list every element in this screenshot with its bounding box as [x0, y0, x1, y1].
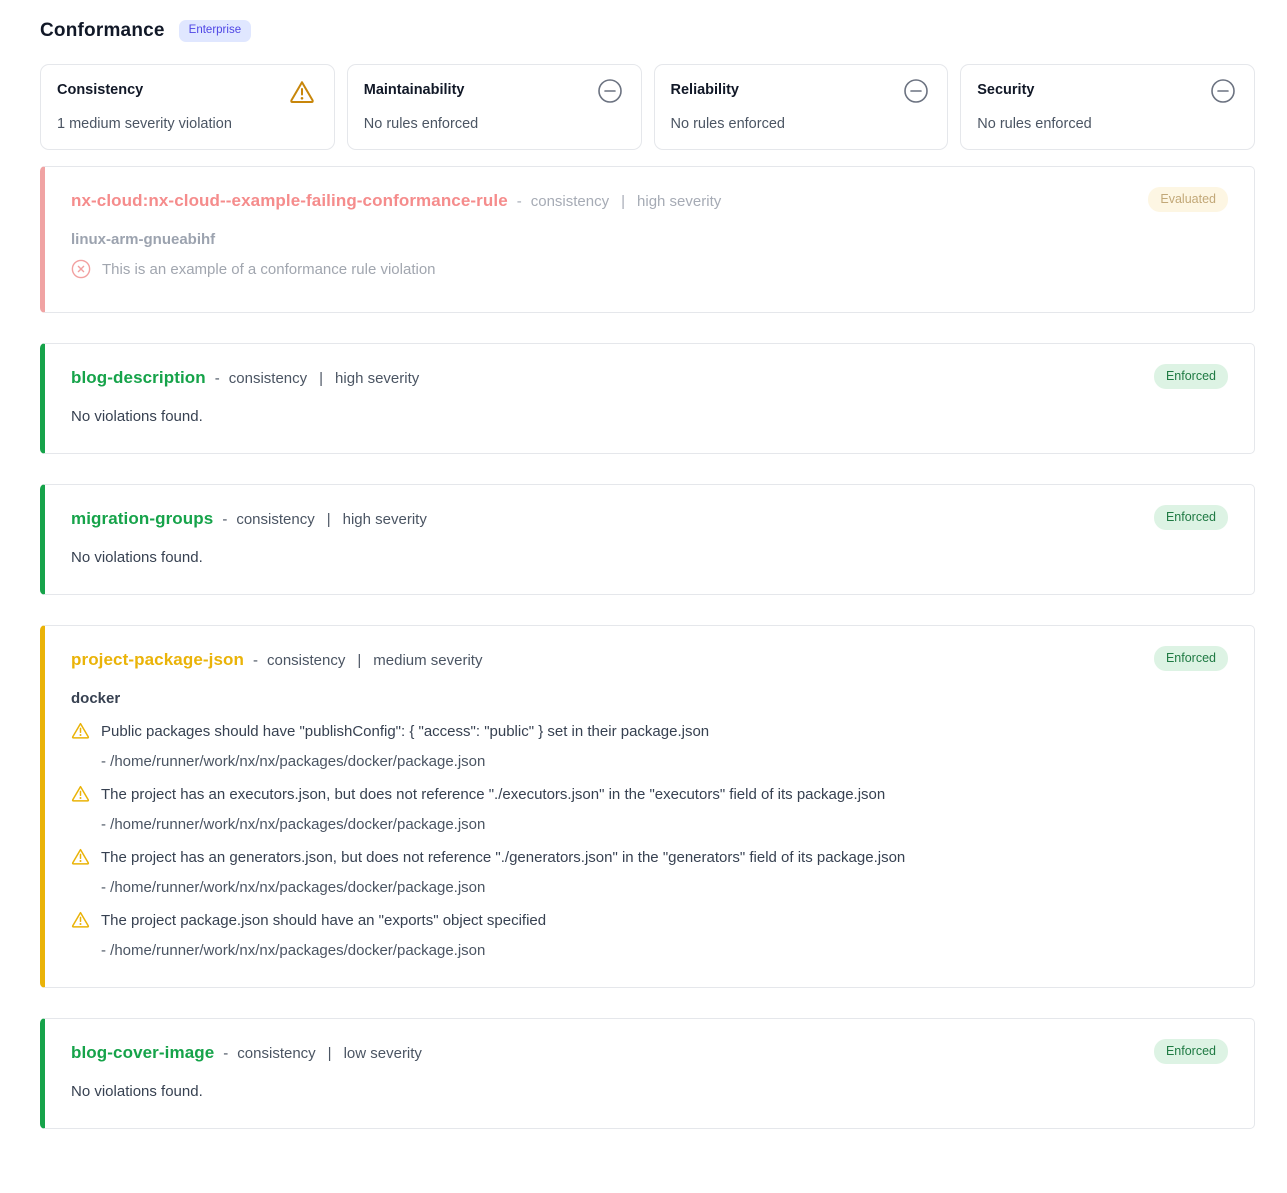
violation-file-path: - /home/runner/work/nx/nx/packages/docke… [101, 879, 1228, 896]
rule-body-text: No violations found. [71, 549, 1228, 566]
warning-triangle-icon [71, 847, 90, 871]
rule-card-blog-description: blog-description - consistency | high se… [40, 343, 1255, 454]
rule-name-link[interactable]: project-package-json [71, 650, 244, 670]
summary-card-consistency: Consistency 1 medium severity violation [40, 64, 335, 150]
summary-card-status: No rules enforced [977, 116, 1238, 132]
meta-pipe: | [319, 370, 323, 387]
page-title: Conformance [40, 20, 165, 42]
meta-dash: - [253, 652, 258, 669]
summary-card-title: Reliability [671, 80, 740, 98]
rule-severity: high severity [637, 193, 721, 210]
violation-row: The project has an generators.json, but … [71, 848, 1228, 871]
rule-head: project-package-json - consistency | med… [71, 650, 1228, 670]
rule-name-link[interactable]: migration-groups [71, 509, 213, 529]
rule-head: migration-groups - consistency | high se… [71, 509, 1228, 529]
summary-card-head: Reliability [671, 80, 932, 109]
rule-name-link[interactable]: blog-cover-image [71, 1043, 214, 1063]
enterprise-plan-badge: Enterprise [179, 20, 251, 42]
conformance-page: Conformance Enterprise Consistency 1 med… [0, 0, 1287, 1165]
violation-file-path: - /home/runner/work/nx/nx/packages/docke… [101, 942, 1228, 959]
violation-row: The project package.json should have an … [71, 911, 1228, 934]
summary-card-head: Consistency [57, 80, 318, 111]
summary-card-status: 1 medium severity violation [57, 116, 318, 132]
rule-severity: high severity [335, 370, 419, 387]
rule-card-migration-groups: migration-groups - consistency | high se… [40, 484, 1255, 595]
meta-dash: - [215, 370, 220, 387]
minus-circle-icon [597, 78, 623, 109]
summary-card-title: Consistency [57, 80, 143, 98]
warning-triangle-icon [71, 910, 90, 934]
violation-message: Public packages should have "publishConf… [101, 722, 709, 742]
meta-dash: - [222, 511, 227, 528]
summary-card-head: Security [977, 80, 1238, 109]
error-circle-icon [71, 259, 91, 284]
status-badge-evaluated: Evaluated [1148, 187, 1228, 212]
status-badge-enforced: Enforced [1154, 1039, 1228, 1064]
meta-dash: - [517, 193, 522, 210]
violation-row: Public packages should have "publishConf… [71, 722, 1228, 745]
meta-pipe: | [328, 1045, 332, 1062]
violation-message: The project package.json should have an … [101, 911, 546, 931]
rule-name-link[interactable]: nx-cloud:nx-cloud--example-failing-confo… [71, 191, 508, 211]
violation-row: This is an example of a conformance rule… [71, 260, 1228, 284]
summary-card-title: Security [977, 80, 1034, 98]
warning-triangle-icon [71, 721, 90, 745]
summary-card-head: Maintainability [364, 80, 625, 109]
status-badge-enforced: Enforced [1154, 646, 1228, 671]
project-name: linux-arm-gnueabihf [71, 231, 1228, 248]
violation-file-path: - /home/runner/work/nx/nx/packages/docke… [101, 753, 1228, 770]
summary-card-title: Maintainability [364, 80, 465, 98]
rule-head: blog-cover-image - consistency | low sev… [71, 1043, 1228, 1063]
rule-category: consistency [229, 370, 307, 387]
rule-card-project-package-json: project-package-json - consistency | med… [40, 625, 1255, 988]
rule-card-example-failing: nx-cloud:nx-cloud--example-failing-confo… [40, 166, 1255, 313]
page-header: Conformance Enterprise [40, 20, 1255, 42]
rule-card-blog-cover-image: blog-cover-image - consistency | low sev… [40, 1018, 1255, 1129]
summary-card-reliability: Reliability No rules enforced [654, 64, 949, 150]
meta-pipe: | [357, 652, 361, 669]
summary-card-status: No rules enforced [671, 116, 932, 132]
summary-card-security: Security No rules enforced [960, 64, 1255, 150]
summary-card-maintainability: Maintainability No rules enforced [347, 64, 642, 150]
rule-severity: high severity [343, 511, 427, 528]
status-badge-enforced: Enforced [1154, 364, 1228, 389]
status-badge-enforced: Enforced [1154, 505, 1228, 530]
violation-message: The project has an executors.json, but d… [101, 785, 885, 805]
project-name: docker [71, 690, 1228, 707]
meta-dash: - [223, 1045, 228, 1062]
minus-circle-icon [903, 78, 929, 109]
warning-triangle-icon [288, 78, 316, 111]
rule-body-text: No violations found. [71, 408, 1228, 425]
rule-category: consistency [236, 511, 314, 528]
violation-file-path: - /home/runner/work/nx/nx/packages/docke… [101, 816, 1228, 833]
rule-head: blog-description - consistency | high se… [71, 368, 1228, 388]
rule-name-link[interactable]: blog-description [71, 368, 206, 388]
rule-severity: low severity [344, 1045, 422, 1062]
meta-pipe: | [327, 511, 331, 528]
violation-message: This is an example of a conformance rule… [102, 260, 436, 280]
meta-pipe: | [621, 193, 625, 210]
rule-severity: medium severity [373, 652, 482, 669]
rule-body-text: No violations found. [71, 1083, 1228, 1100]
minus-circle-icon [1210, 78, 1236, 109]
rule-category: consistency [531, 193, 609, 210]
rule-category: consistency [237, 1045, 315, 1062]
violation-row: The project has an executors.json, but d… [71, 785, 1228, 808]
category-summary-grid: Consistency 1 medium severity violation … [40, 64, 1255, 150]
warning-triangle-icon [71, 784, 90, 808]
violation-message: The project has an generators.json, but … [101, 848, 905, 868]
summary-card-status: No rules enforced [364, 116, 625, 132]
rule-head: nx-cloud:nx-cloud--example-failing-confo… [71, 191, 1228, 211]
rule-category: consistency [267, 652, 345, 669]
